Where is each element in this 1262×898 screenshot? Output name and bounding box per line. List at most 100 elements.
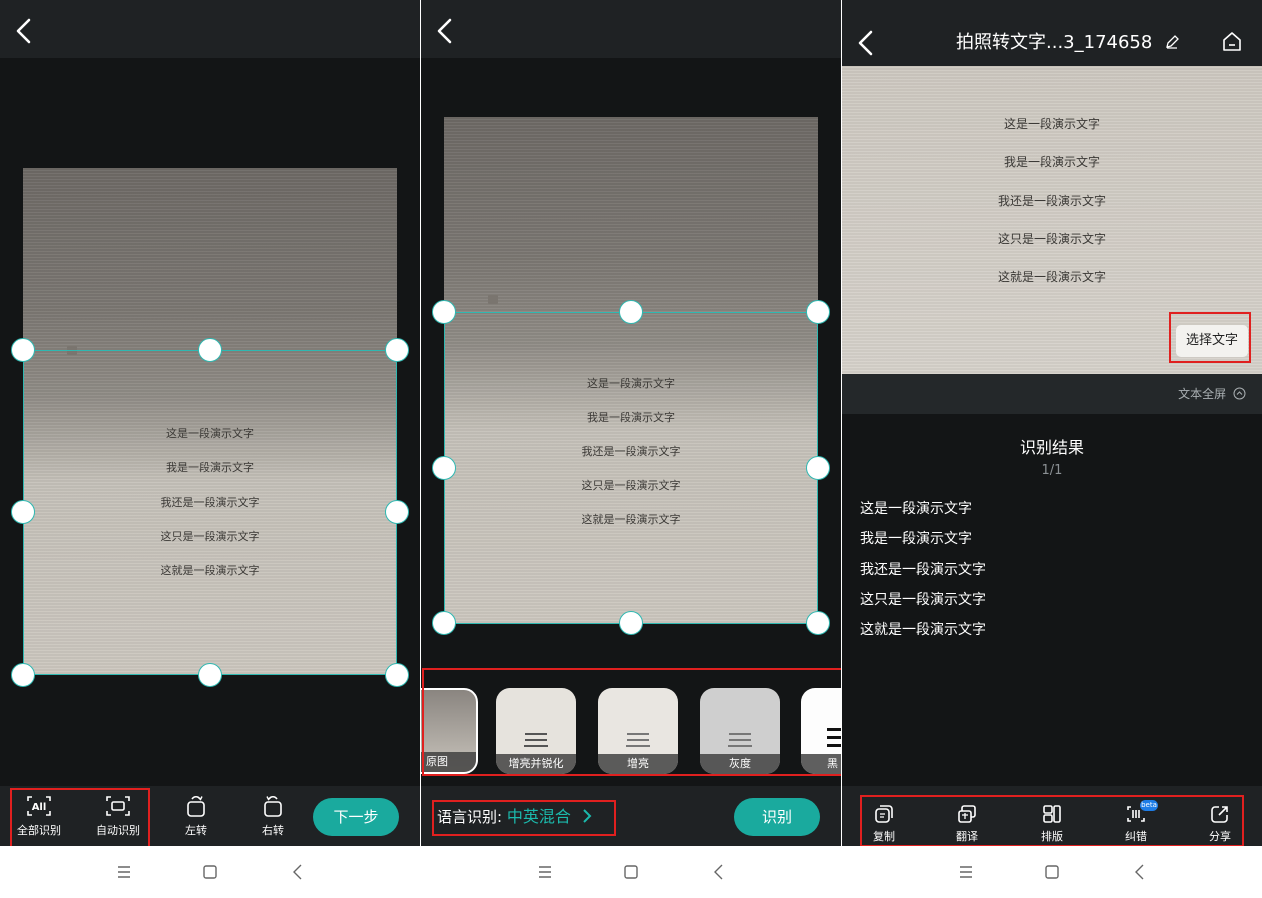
result-line: 这只是一段演示文字 [860, 592, 986, 608]
language-selector[interactable]: 语言识别: 中英混合 [437, 805, 594, 829]
edit-pencil-icon[interactable] [1164, 34, 1180, 50]
filter-panel: 这是一段演示文字 我是一段演示文字 我还是一段演示文字 这只是一段演示文字 这就… [421, 0, 841, 898]
crop-handle-bottom[interactable] [619, 611, 643, 635]
crop-handle-right[interactable] [385, 500, 409, 524]
crop-handle-bottom-left[interactable] [11, 663, 35, 687]
doc-text-line: 这就是一段演示文字 [581, 513, 681, 526]
auto-recognize-icon [106, 796, 130, 816]
language-label: 语言识别: [437, 808, 503, 826]
crop-handle-left[interactable] [432, 456, 456, 480]
home-nav-icon[interactable] [619, 860, 643, 884]
filter-original[interactable]: 原图 [421, 688, 478, 774]
doc-text-line: 这只是一段演示文字 [160, 530, 260, 543]
result-header-bar: 文本全屏 [842, 374, 1262, 414]
crop-handle-top[interactable] [619, 300, 643, 324]
result-line: 我是一段演示文字 [860, 531, 972, 547]
back-nav-icon[interactable] [286, 860, 310, 884]
layout-button[interactable]: 排版 [1022, 800, 1082, 846]
home-nav-icon[interactable] [198, 860, 222, 884]
crop-handle-top-left[interactable] [432, 300, 456, 324]
menu-nav-icon[interactable] [112, 860, 136, 884]
result-page-indicator: 1/1 [1041, 463, 1063, 478]
all-glyph: All [32, 802, 47, 813]
home-icon[interactable] [1220, 30, 1244, 54]
crop-handle-top[interactable] [198, 338, 222, 362]
title-text: 拍照转文字...3_174658 [956, 32, 1153, 53]
translate-button[interactable]: 翻译 [937, 800, 997, 846]
doc-text-line: 这只是一段演示文字 [997, 232, 1106, 246]
copy-icon [875, 805, 893, 823]
filter-brighten-sharpen[interactable]: 增亮并锐化 [496, 688, 576, 774]
document-photo: 这是一段演示文字 我是一段演示文字 我还是一段演示文字 这只是一段演示文字 这就… [23, 168, 397, 675]
menu-nav-icon[interactable] [533, 860, 557, 884]
top-bar [0, 0, 420, 58]
recognize-button[interactable]: 识别 [734, 798, 820, 836]
doc-text-line: 我还是一段演示文字 [997, 194, 1106, 208]
system-nav-bar [421, 846, 841, 898]
copy-button[interactable]: 复制 [854, 800, 914, 846]
result-line: 我还是一段演示文字 [860, 562, 986, 578]
crop-toolbar: All 全部识别 自动识别 左转 右转 下一步 [0, 786, 420, 846]
crop-handle-top-left[interactable] [11, 338, 35, 362]
auto-recognize-button[interactable]: 自动识别 [83, 792, 153, 842]
rotate-left-label: 左转 [185, 824, 207, 837]
rotate-left-button[interactable]: 左转 [161, 792, 231, 842]
doc-text-line: 我还是一段演示文字 [160, 496, 260, 509]
back-nav-icon[interactable] [707, 860, 731, 884]
filter-label: 增亮并锐化 [496, 754, 576, 774]
auto-recognize-label: 自动识别 [96, 824, 140, 837]
back-nav-icon[interactable] [1128, 860, 1152, 884]
rotate-right-label: 右转 [262, 824, 284, 837]
crop-handle-bottom-right[interactable] [806, 611, 830, 635]
doc-text-line: 这是一段演示文字 [1003, 117, 1100, 131]
translate-label: 翻译 [956, 830, 978, 843]
doc-text-line: 这只是一段演示文字 [581, 479, 681, 492]
layout-label: 排版 [1041, 830, 1063, 843]
proofread-button[interactable]: beta 纠错 [1106, 800, 1166, 846]
crop-handle-bottom-right[interactable] [385, 663, 409, 687]
share-icon [1211, 806, 1228, 823]
crop-handle-top-right[interactable] [806, 300, 830, 324]
result-line: 这就是一段演示文字 [860, 622, 986, 638]
system-nav-bar [0, 846, 420, 898]
page-title: 拍照转文字...3_174658 [956, 31, 1180, 55]
doc-text-line: 这就是一段演示文字 [160, 564, 260, 577]
doc-text-line: 这是一段演示文字 [587, 377, 675, 390]
filter-label: 增亮 [598, 754, 678, 774]
crop-handle-bottom[interactable] [198, 663, 222, 687]
result-panel: 拍照转文字...3_174658 这是一段演示文字 我是一段演示文字 我还是一段… [842, 0, 1262, 898]
all-recognize-label: 全部识别 [17, 824, 61, 837]
doc-text-line: 这就是一段演示文字 [997, 270, 1106, 284]
crop-handle-left[interactable] [11, 500, 35, 524]
crop-panel: 这是一段演示文字 我是一段演示文字 我还是一段演示文字 这只是一段演示文字 这就… [0, 0, 420, 898]
all-recognize-icon: All [27, 796, 51, 816]
menu-nav-icon[interactable] [954, 860, 978, 884]
fullscreen-text-toggle[interactable]: 文本全屏 [1178, 385, 1246, 402]
system-nav-bar [842, 846, 1262, 898]
share-button[interactable]: 分享 [1190, 800, 1250, 846]
doc-text-line: 我是一段演示文字 [166, 461, 254, 474]
document-photo: 这是一段演示文字 我是一段演示文字 我还是一段演示文字 这只是一段演示文字 这就… [444, 117, 818, 624]
rotate-right-button[interactable]: 右转 [238, 792, 308, 842]
next-step-button[interactable]: 下一步 [313, 798, 399, 836]
filter-grayscale[interactable]: 灰度 [700, 688, 780, 774]
back-arrow-icon[interactable] [433, 16, 459, 46]
filter-black-white[interactable]: 黑 [801, 688, 841, 774]
back-arrow-icon[interactable] [12, 16, 38, 46]
select-text-button[interactable]: 选择文字 [1176, 325, 1248, 357]
top-bar [421, 0, 841, 58]
home-nav-icon[interactable] [1040, 860, 1064, 884]
all-recognize-button[interactable]: All 全部识别 [4, 792, 74, 842]
layout-icon [1043, 805, 1061, 823]
back-arrow-icon[interactable] [854, 28, 880, 58]
page-mark [67, 346, 77, 355]
language-value: 中英混合 [506, 807, 571, 826]
filter-strip: 原图 增亮并锐化 增亮 灰度 黑 [421, 670, 841, 774]
crop-handle-bottom-left[interactable] [432, 611, 456, 635]
share-label: 分享 [1209, 830, 1231, 843]
chevron-up-circle-icon [1233, 387, 1246, 400]
crop-handle-top-right[interactable] [385, 338, 409, 362]
page-mark [488, 295, 498, 304]
crop-handle-right[interactable] [806, 456, 830, 480]
filter-brighten[interactable]: 增亮 [598, 688, 678, 774]
